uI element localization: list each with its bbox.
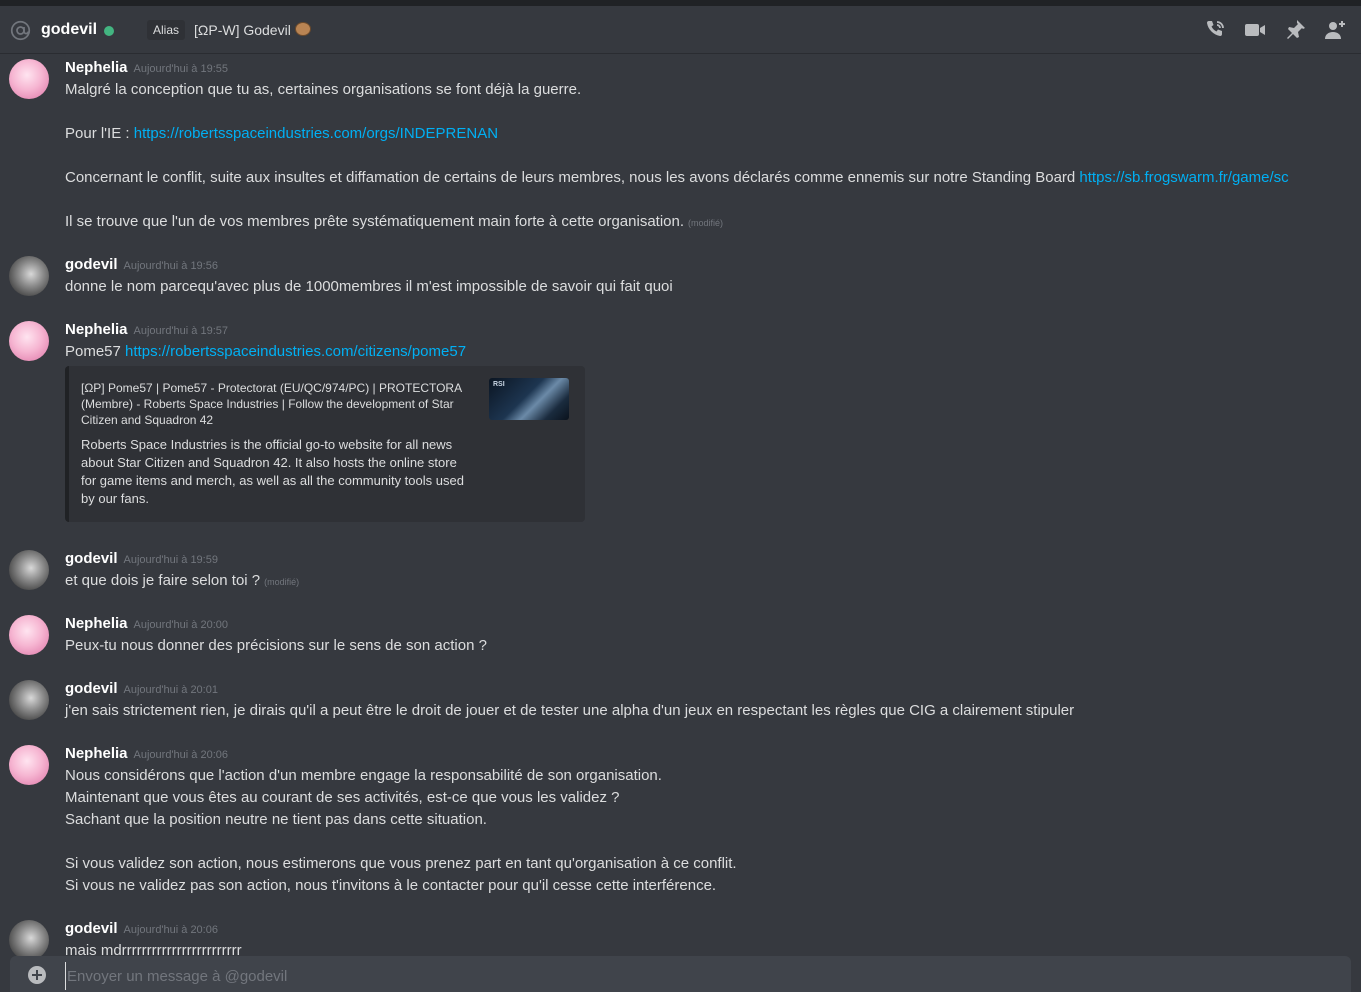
message-content: et que dois je faire selon toi ? (modifié…	[65, 570, 1345, 592]
upload-plus-icon[interactable]	[28, 966, 46, 984]
message-input[interactable]	[65, 962, 1339, 990]
message-line: mais mdrrrrrrrrrrrrrrrrrrrrrrrr	[65, 942, 242, 956]
edited-marker: (modifié)	[688, 218, 724, 228]
message-author[interactable]: godevil Aujourd'hui à 19:56	[65, 255, 218, 276]
embed-title[interactable]: [ΩP] Pome57 | Pome57 - Protectorat (EU/Q…	[81, 380, 471, 428]
at-sign-icon	[10, 20, 31, 41]
message-timestamp: Aujourd'hui à 20:01	[123, 684, 218, 696]
message-content: Malgré la conception que tu as, certaine…	[65, 79, 1345, 233]
avatar[interactable]	[9, 321, 49, 361]
message-list[interactable]: Nephelia Aujourd'hui à 19:55 Malgré la co…	[0, 55, 1361, 956]
avatar[interactable]	[9, 615, 49, 655]
avatar[interactable]	[9, 920, 49, 956]
message-author[interactable]: godevil Aujourd'hui à 20:06	[65, 919, 218, 940]
message-author[interactable]: godevil Aujourd'hui à 20:01	[65, 679, 218, 700]
message-author[interactable]: Nephelia Aujourd'hui à 20:00	[65, 614, 228, 635]
avatar[interactable]	[9, 59, 49, 99]
message-content: Nous considérons que l'action d'un membr…	[65, 765, 1345, 897]
phone-call-icon[interactable]	[1203, 18, 1227, 42]
message-timestamp: Aujourd'hui à 20:00	[133, 619, 228, 631]
message-timestamp: Aujourd'hui à 19:59	[123, 554, 218, 566]
message-author[interactable]: Nephelia Aujourd'hui à 19:55	[65, 58, 228, 79]
message-line-empty	[65, 831, 1345, 853]
message-timestamp: Aujourd'hui à 19:56	[123, 260, 218, 272]
message-link[interactable]: https://robertsspaceindustries.com/orgs/…	[134, 125, 498, 142]
message-line: j'en sais strictement rien, je dirais qu…	[65, 702, 1075, 719]
online-status-dot	[104, 26, 114, 36]
message-composer	[10, 956, 1351, 992]
message-line-empty	[65, 189, 1345, 211]
embed-description: Roberts Space Industries is the official…	[81, 437, 464, 506]
message-line: Nous considérons que l'action d'un membr…	[65, 767, 662, 784]
avatar[interactable]	[9, 680, 49, 720]
link-embed: [ΩP] Pome57 | Pome57 - Protectorat (EU/Q…	[65, 366, 585, 522]
message-line: et que dois je faire selon toi ? (modifié…	[65, 572, 300, 589]
embed-thumbnail-label: RSI	[493, 381, 505, 388]
add-friend-icon[interactable]	[1323, 18, 1347, 42]
embed-thumbnail[interactable]: RSI	[489, 378, 569, 420]
message-link[interactable]: https://robertsspaceindustries.com/citiz…	[125, 343, 466, 360]
message-line: Pour l'IE : https://robertsspaceindustri…	[65, 125, 499, 142]
message-link[interactable]: https://sb.frogswarm.fr/game/sc	[1079, 169, 1288, 186]
potato-emoji-icon	[294, 22, 311, 36]
message-content: donne le nom parcequ'avec plus de 1000me…	[65, 276, 1345, 298]
alias-value: [ΩP-W] Godevil	[194, 20, 311, 40]
message-author[interactable]: Nephelia Aujourd'hui à 19:57	[65, 320, 228, 341]
avatar[interactable]	[9, 256, 49, 296]
message-timestamp: Aujourd'hui à 19:57	[133, 325, 228, 337]
message-line: Si vous ne validez pas son action, nous …	[65, 877, 717, 894]
channel-header: godevil Alias [ΩP-W] Godevil	[0, 6, 1361, 54]
message-timestamp: Aujourd'hui à 20:06	[133, 749, 228, 761]
avatar[interactable]	[9, 550, 49, 590]
header-toolbar	[1203, 18, 1347, 42]
message-line: Sachant que la position neutre ne tient …	[65, 811, 487, 828]
message-line: Concernant le conflit, suite aux insulte…	[65, 169, 1289, 186]
message-content: j'en sais strictement rien, je dirais qu…	[65, 700, 1345, 722]
message-timestamp: Aujourd'hui à 19:55	[133, 63, 228, 75]
message-content: mais mdrrrrrrrrrrrrrrrrrrrrrrrr	[65, 940, 1345, 956]
message-content: Pome57 https://robertsspaceindustries.co…	[65, 341, 1345, 363]
message-author[interactable]: godevil Aujourd'hui à 19:59	[65, 549, 218, 570]
avatar[interactable]	[9, 745, 49, 785]
message-line: Pome57 https://robertsspaceindustries.co…	[65, 343, 467, 360]
message-author[interactable]: Nephelia Aujourd'hui à 20:06	[65, 744, 228, 765]
message-line: Malgré la conception que tu as, certaine…	[65, 81, 582, 98]
message-line: Maintenant que vous êtes au courant de s…	[65, 789, 620, 806]
video-camera-icon[interactable]	[1243, 18, 1267, 42]
message-line: Peux-tu nous donner des précisions sur l…	[65, 637, 487, 654]
message-timestamp: Aujourd'hui à 20:06	[123, 924, 218, 936]
message-line: Si vous validez son action, nous estimer…	[65, 855, 737, 872]
dm-username[interactable]: godevil	[41, 20, 97, 40]
pin-icon[interactable]	[1283, 18, 1307, 42]
message-line: donne le nom parcequ'avec plus de 1000me…	[65, 278, 673, 295]
message-line-empty	[65, 145, 1345, 167]
edited-marker: (modifié)	[264, 577, 300, 587]
message-line: Il se trouve que l'un de vos membres prê…	[65, 213, 724, 230]
alias-badge: Alias	[147, 20, 186, 40]
message-line-empty	[65, 101, 1345, 123]
message-content: Peux-tu nous donner des précisions sur l…	[65, 635, 1345, 657]
